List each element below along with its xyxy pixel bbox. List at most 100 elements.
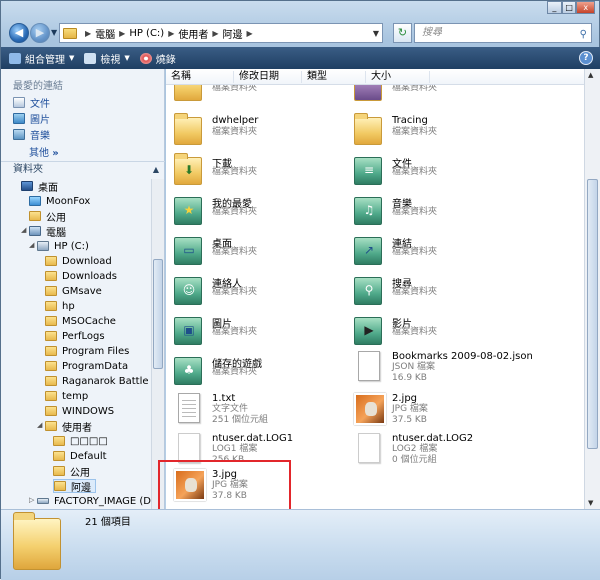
list-item[interactable]: Bookmarks 2009-08-02.json JSON 檔案 16.9 K… [348,347,533,385]
list-item[interactable]: ▣ 圖片 檔案資料夾 [168,311,346,349]
tree-label: HP (C:) [54,240,89,252]
contacts-folder-icon: ☺ [174,273,204,307]
folder-icon [354,85,384,103]
chevron-right-icon[interactable]: ▶ [119,29,125,38]
tree-item-folder[interactable]: Program Files [45,344,129,358]
favorite-link-documents[interactable]: 文件 [13,95,50,110]
list-item[interactable]: 2.jpg JPG 檔案 37.5 KB [348,389,526,427]
item-count: 21 個項目 [85,517,131,528]
tree-item-folder[interactable]: Downloads [45,269,117,283]
list-item[interactable]: ▶ 影片 檔案資料夾 [348,311,526,349]
tree-item-folder[interactable]: 公用 [53,464,90,479]
collapse-triangle-icon[interactable]: ◢ [21,226,26,234]
file-list-scrollbar[interactable]: ▲ ▼ [584,69,600,509]
burn-button[interactable]: 燒錄 [139,51,176,66]
breadcrumb[interactable]: ▶ 電腦 ▶ HP (C:) ▶ 使用者 ▶ 阿邊 ▶ ▼ [59,23,383,43]
scroll-down-icon[interactable]: ▼ [588,499,593,507]
tree-item-drive-c[interactable]: HP (C:) [37,239,89,253]
search-input[interactable]: 搜尋 ⚲ [414,23,592,43]
scrollbar-thumb[interactable] [153,259,163,369]
collapse-triangle-icon[interactable]: ◢ [37,421,42,429]
tree-item-computer[interactable]: 電腦 [29,224,66,239]
folders-header[interactable]: 資料夾 ▲ [1,161,165,177]
search-icon[interactable]: ⚲ [580,26,587,44]
tree-item-moonfox[interactable]: MoonFox [29,194,90,208]
tree-item-selected[interactable]: 阿邊 [53,479,96,494]
favorite-link-pictures[interactable]: 圖片 [13,111,50,126]
chevron-right-icon[interactable]: ▶ [212,29,218,38]
chevron-up-icon: ▲ [152,165,159,174]
close-button[interactable]: x [576,1,596,14]
list-item[interactable]: ntuser.dat.LOG2 LOG2 檔案 0 個位元組 [348,429,526,467]
breadcrumb-item[interactable]: 使用者 [178,26,208,41]
folder-icon [45,301,57,311]
tree-item-folder[interactable]: GMsave [45,284,102,298]
minimize-button[interactable]: _ [547,1,562,14]
list-item[interactable]: 檔案資料夾 [348,85,526,105]
views-button[interactable]: 檢視 ▼ [84,51,130,66]
list-item[interactable]: ⚲ 搜尋 檔案資料夾 [348,271,526,309]
list-item[interactable]: ≡ 文件 檔案資料夾 [348,151,526,189]
refresh-button[interactable]: ↻ [393,23,412,43]
chevron-right-icon[interactable]: ▶ [247,29,253,38]
maximize-button[interactable]: □ [561,1,577,14]
tree-item-drive-d[interactable]: FACTORY_IMAGE (D:) [37,494,151,508]
list-item[interactable]: ♫ 音樂 檔案資料夾 [348,191,526,229]
tree-item-folder[interactable]: temp [45,389,88,403]
list-item[interactable]: ☺ 連絡人 檔案資料夾 [168,271,346,309]
help-button[interactable]: ? [579,51,593,65]
back-button[interactable]: ◀ [9,23,29,43]
item-size: 16.9 KB [392,373,427,383]
navigation-pane: 最愛的連結 文件 圖片 音樂 其他 » 資料夾 ▲ 桌面 MoonFox 公用 … [1,69,165,509]
breadcrumb-item[interactable]: HP (C:) [129,28,164,39]
list-item[interactable]: 1.txt 文字文件 251 個位元組 [168,389,346,427]
chevron-right-icon[interactable]: ▶ [85,29,91,38]
list-item[interactable]: Tracing 檔案資料夾 [348,111,526,149]
scrollbar-thumb[interactable] [587,179,598,449]
list-item[interactable]: ↗ 連結 檔案資料夾 [348,231,526,269]
tree-label: 公用 [70,467,90,479]
tree-item-folder[interactable]: PerfLogs [45,329,105,343]
tree-item-folder[interactable]: ProgramData [45,359,128,373]
tree-item-folder[interactable]: Default [53,449,107,463]
expand-triangle-icon[interactable]: ▷ [29,496,34,504]
list-item[interactable]: ⬇ 下載 檔案資料夾 [168,151,346,189]
more-label: 其他 [29,148,49,159]
tree-item-folder[interactable]: hp [45,299,75,313]
tree-item-public[interactable]: 公用 [29,209,66,224]
address-dropdown[interactable]: ▼ [373,29,379,38]
chevron-right-icon[interactable]: ▶ [168,29,174,38]
list-item[interactable]: dwhelper 檔案資料夾 [168,111,346,149]
column-date[interactable]: 修改日期 [234,71,302,83]
tree-item-folder[interactable]: WINDOWS [45,404,114,418]
scroll-up-icon[interactable]: ▲ [588,71,593,79]
explorer-window: _ □ x ◀ ▶ ▼ ▶ 電腦 ▶ HP (C:) ▶ 使用者 ▶ 阿邊 ▶ … [0,0,600,580]
organize-button[interactable]: 組合管理 ▼ [9,51,74,66]
item-type: 檔案資料夾 [392,207,438,217]
folder-icon [53,466,65,476]
column-type[interactable]: 類型 [302,71,366,83]
recent-pages-dropdown[interactable]: ▼ [51,28,57,37]
column-size[interactable]: 大小 [366,71,430,83]
collapse-triangle-icon[interactable]: ◢ [29,241,34,249]
breadcrumb-item[interactable]: 阿邊 [223,26,243,41]
more-links[interactable]: 其他 » [29,144,59,159]
list-item[interactable]: ♣ 儲存的遊戲 檔案資料夾 [168,351,346,389]
tree-item-folder[interactable]: MSOCache [45,314,116,328]
favorite-link-music[interactable]: 音樂 [13,127,50,142]
tree-label: 桌面 [38,182,58,194]
list-item[interactable]: 檔案資料夾 [168,85,346,105]
tree-item-folder[interactable]: Raganarok Battle Offline [45,374,151,388]
breadcrumb-item[interactable]: 電腦 [95,26,115,41]
list-item[interactable]: ▭ 桌面 檔案資料夾 [168,231,346,269]
documents-folder-icon: ≡ [354,153,384,187]
column-name[interactable]: 名稱 [166,71,234,83]
tree-label: FACTORY_IMAGE (D:) [54,495,151,507]
tree-item-folder[interactable]: □□□□ [53,434,108,448]
tree-item-desktop[interactable]: 桌面 [21,179,58,194]
forward-button[interactable]: ▶ [30,23,50,43]
tree-item-folder[interactable]: Download [45,254,112,268]
tree-label: □□□□ [70,435,108,447]
tree-item-users[interactable]: 使用者 [45,419,92,434]
list-item[interactable]: ★ 我的最愛 檔案資料夾 [168,191,346,229]
